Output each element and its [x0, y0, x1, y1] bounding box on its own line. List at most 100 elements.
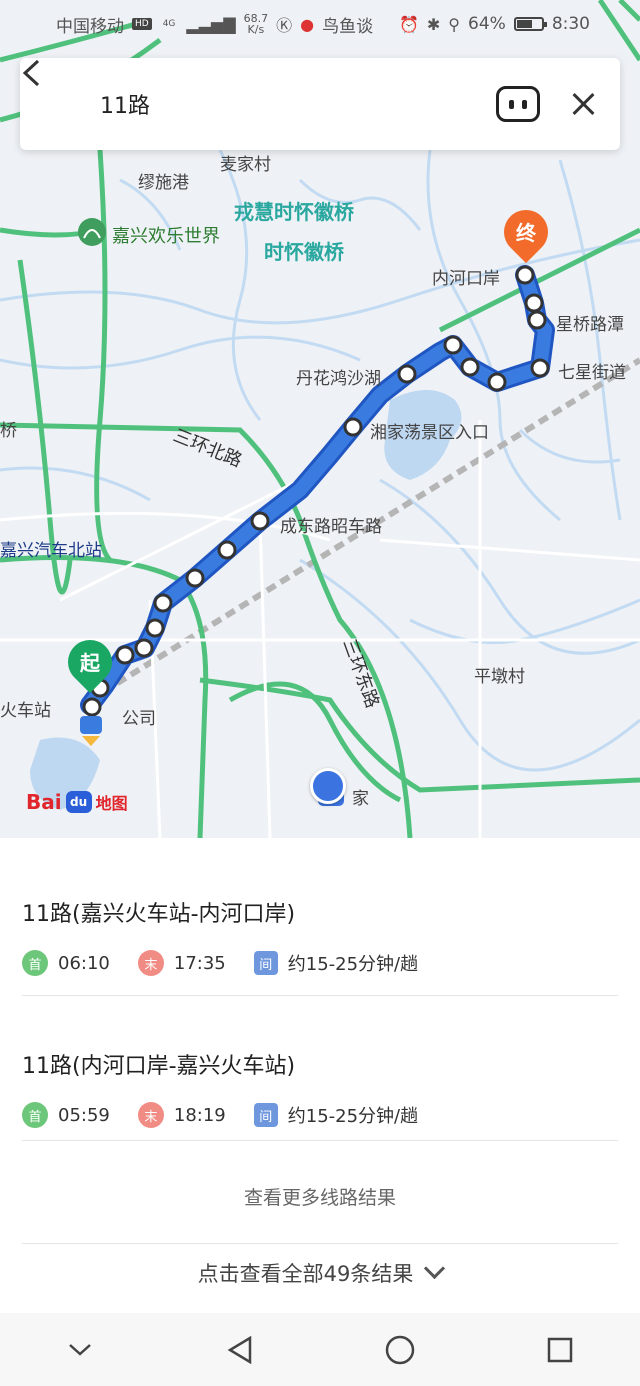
map-label-start-station[interactable]: 火车站: [0, 696, 51, 721]
end-marker-label: 终: [516, 221, 536, 245]
speed-unit: K/s: [247, 23, 265, 36]
network-speed: 68.7 K/s: [244, 13, 269, 35]
network-type: 4G: [162, 19, 176, 29]
system-nav-bar: [0, 1313, 640, 1386]
app-hint: 鸟鱼谈: [322, 16, 374, 37]
search-query[interactable]: 11路: [100, 88, 496, 120]
clock: 8:30: [551, 14, 590, 34]
bus-stop[interactable]: [487, 372, 507, 392]
start-marker[interactable]: 起: [58, 630, 122, 696]
bus-stop[interactable]: [397, 364, 417, 384]
first-bus-time: 05:59: [58, 1104, 110, 1126]
map-label-bridge2: 时怀徽桥: [264, 240, 344, 264]
recents-square-icon: [547, 1337, 573, 1362]
bus-stop[interactable]: [134, 638, 154, 658]
map-label-bridge1: 戎慧时怀徽桥: [234, 200, 354, 224]
back-triangle-icon: [227, 1335, 252, 1364]
status-bar: 中国移动 HD 4G ▂▃▅▇ 68.7 K/s Ⓚ ● 鸟鱼谈 ⏰ ✱ ⚲ 6…: [0, 0, 640, 48]
bus-stop[interactable]: [153, 593, 173, 613]
interval-badge: 间: [253, 1103, 278, 1127]
route-schedule: 首 05:59 末 18:19 间 约15-25分钟/趟: [22, 1102, 618, 1128]
divider: [22, 1243, 618, 1244]
more-lines-link[interactable]: 查看更多线路结果: [0, 1183, 640, 1210]
interval-text: 约15-25分钟/趟: [287, 1106, 419, 1127]
last-bus-badge: 末: [137, 1102, 164, 1128]
search-bar: 11路: [20, 58, 620, 150]
route-card-outbound[interactable]: 11路(嘉兴火车站-内河口岸) 首 06:10 末 17:35 间 约15-25…: [22, 896, 618, 976]
first-bus-badge: 首: [22, 1102, 48, 1128]
baidu-map-logo: Bai du 地图: [26, 790, 128, 814]
view-all-results-button[interactable]: 点击查看全部49条结果: [0, 1257, 640, 1288]
my-location-icon[interactable]: [310, 768, 346, 804]
map-label-park[interactable]: 嘉兴欢乐世界: [112, 222, 220, 248]
results-panel: 11路(嘉兴火车站-内河口岸) 首 06:10 末 17:35 间 约15-25…: [0, 838, 640, 1313]
park-icon: [78, 218, 106, 246]
map-label-bridge-left: 桥: [0, 421, 17, 441]
bus-stop[interactable]: [443, 335, 463, 355]
nav-recents-button[interactable]: [530, 1320, 590, 1380]
voice-assistant-icon[interactable]: [496, 86, 540, 122]
alarm-icon: ⏰: [398, 14, 419, 34]
last-bus-time: 18:19: [173, 1104, 226, 1126]
app-k-icon: Ⓚ: [276, 16, 293, 35]
route-schedule: 首 06:10 末 17:35 间 约15-25分钟/趟: [22, 950, 618, 976]
map-label-xingqiao[interactable]: 星桥路潭: [556, 310, 624, 335]
route-title: 11路(内河口岸-嘉兴火车站): [22, 1054, 296, 1079]
close-icon[interactable]: [566, 87, 600, 121]
mic-icon: ●: [300, 14, 315, 34]
station-marker-icon: [82, 736, 100, 746]
end-marker[interactable]: 终: [494, 200, 558, 266]
interval-text: 约15-25分钟/趟: [287, 954, 419, 975]
view-all-label: 点击查看全部49条结果: [197, 1262, 414, 1286]
bus-stop[interactable]: [115, 645, 135, 665]
map-label-xingbei[interactable]: 七星街道: [558, 358, 626, 383]
nav-back-button[interactable]: [210, 1320, 270, 1380]
bus-stop[interactable]: [524, 293, 544, 313]
map-label-liujia[interactable]: 湘家荡景区入口: [370, 418, 489, 443]
back-arrow-icon: [22, 59, 40, 87]
bus-stop[interactable]: [250, 511, 270, 531]
bluetooth-icon: ✱: [426, 14, 441, 34]
divider: [22, 1140, 618, 1141]
first-bus-badge: 首: [22, 950, 48, 976]
signal-icon: ▂▃▅▇: [186, 14, 236, 34]
route-title: 11路(嘉兴火车站-内河口岸): [22, 902, 296, 927]
last-bus-time: 17:35: [173, 952, 226, 974]
logo-paw-icon: du: [65, 791, 92, 813]
map-label-maijia: 麦家村: [220, 155, 271, 175]
route-card-inbound[interactable]: 11路(内河口岸-嘉兴火车站) 首 05:59 末 18:19 间 约15-25…: [22, 1048, 618, 1128]
bus-stop[interactable]: [527, 310, 547, 330]
hd-badge: HD: [132, 18, 152, 30]
bus-stop[interactable]: [145, 618, 165, 638]
interval-badge: 间: [253, 951, 278, 975]
chevron-down-icon: [69, 1343, 91, 1356]
map-label-neihe[interactable]: 内河口岸: [432, 264, 500, 289]
bus-route-line-outline: [80, 265, 555, 715]
bus-stop[interactable]: [460, 357, 480, 377]
map-label-jia[interactable]: 家: [352, 784, 369, 809]
carrier-name: 中国移动: [56, 16, 124, 37]
nav-collapse-button[interactable]: [50, 1320, 110, 1380]
map-label-chengdong[interactable]: 成东路昭车路: [280, 512, 382, 537]
chevron-down-icon: [424, 1257, 446, 1280]
bus-stop[interactable]: [343, 417, 363, 437]
map-label-pingdun: 平墩村: [474, 667, 525, 687]
map-label-north-station[interactable]: 嘉兴汽车北站: [0, 536, 102, 561]
map-label-gongsi[interactable]: 公司: [122, 704, 156, 729]
bus-stop[interactable]: [185, 568, 205, 588]
back-button[interactable]: [22, 59, 80, 124]
last-bus-badge: 末: [137, 950, 164, 976]
battery-percent: 64%: [468, 14, 506, 34]
start-marker-label: 起: [80, 651, 100, 675]
home-circle-icon: [385, 1335, 415, 1364]
map-label-danhua[interactable]: 丹花鸿沙湖: [296, 364, 381, 389]
bus-stop[interactable]: [82, 697, 102, 717]
bus-stop[interactable]: [515, 265, 535, 285]
map-label-xiancuo: 缪施港: [138, 173, 189, 193]
battery-icon: [513, 17, 547, 31]
nav-home-button[interactable]: [370, 1320, 430, 1380]
bus-stop[interactable]: [217, 540, 237, 560]
bus-stop[interactable]: [530, 358, 550, 378]
map-view[interactable]: 麦家村 缪施港 嘉兴欢乐世界 戎慧时怀徽桥 时怀徽桥 内河口岸 星桥路潭 七星街…: [0, 0, 640, 838]
station-icon: [80, 716, 102, 734]
